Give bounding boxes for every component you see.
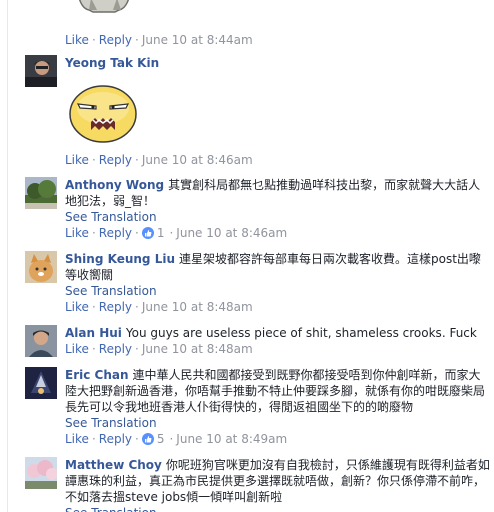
separator: ·	[135, 33, 139, 47]
separator: ·	[135, 226, 139, 240]
comment-time[interactable]: June 10 at 8:46am	[142, 153, 253, 167]
avatar[interactable]	[25, 325, 57, 357]
comment-author[interactable]: Shing Keung Liu	[65, 252, 175, 266]
reply-link[interactable]: Reply	[99, 342, 132, 356]
separator: ·	[135, 153, 139, 167]
comment-author[interactable]: Eric Chan	[65, 368, 129, 382]
separator: ·	[91, 153, 96, 167]
thread-rule	[7, 0, 8, 512]
comment-actions: Like · Reply · June 10 at 8:48am	[65, 299, 490, 315]
like-count[interactable]: 1	[157, 226, 165, 240]
reply-link[interactable]: Reply	[99, 300, 132, 314]
reply-link[interactable]: Reply	[99, 153, 132, 167]
separator: ·	[135, 432, 139, 446]
separator: ·	[135, 300, 139, 314]
avatar[interactable]	[25, 251, 57, 283]
separator: ·	[91, 432, 96, 446]
grumpy-face-sticker	[69, 85, 137, 143]
comment-author[interactable]: Anthony Wong	[65, 178, 164, 192]
like-link[interactable]: Like	[65, 226, 89, 240]
like-reaction-icon[interactable]	[141, 227, 154, 239]
comment-author[interactable]: Alan Hui	[65, 326, 122, 340]
comment-time[interactable]: June 10 at 8:44am	[142, 33, 253, 47]
like-link[interactable]: Like	[65, 33, 89, 47]
comment-actions: Like · Reply · June 10 at 8:48am	[65, 341, 490, 357]
see-translation-link[interactable]: See Translation	[65, 209, 490, 225]
comment-time[interactable]: June 10 at 8:49am	[176, 432, 287, 446]
separator: ·	[169, 226, 174, 240]
like-link[interactable]: Like	[65, 432, 89, 446]
reply-link[interactable]: Reply	[99, 33, 132, 47]
avatar[interactable]	[25, 367, 57, 399]
comment-text: You guys are useless piece of shit, sham…	[125, 326, 477, 340]
like-link[interactable]: Like	[65, 300, 89, 314]
avatar[interactable]	[25, 457, 57, 489]
comment-actions: Like · Reply · June 10 at 8:44am	[65, 32, 490, 48]
comment-time[interactable]: June 10 at 8:48am	[142, 342, 253, 356]
avatar[interactable]	[25, 55, 57, 87]
comment-actions: Like · Reply · June 10 at 8:46am	[65, 152, 490, 168]
comment-actions: Like · Reply · 1 · June 10 at 8:46am	[65, 225, 490, 241]
comment-author[interactable]: Matthew Choy	[65, 458, 162, 472]
see-translation-link[interactable]: See Translation	[65, 415, 490, 431]
comment-actions: Like · Reply · 5 · June 10 at 8:49am	[65, 431, 490, 447]
comment-time[interactable]: June 10 at 8:46am	[176, 226, 287, 240]
separator: ·	[169, 432, 174, 446]
separator: ·	[91, 342, 96, 356]
like-link[interactable]: Like	[65, 153, 89, 167]
reply-link[interactable]: Reply	[99, 226, 132, 240]
avatar[interactable]	[25, 177, 57, 209]
like-count[interactable]: 5	[157, 432, 165, 446]
sticker-partial	[78, 0, 130, 13]
like-link[interactable]: Like	[65, 342, 89, 356]
comment-author[interactable]: Yeong Tak Kin	[65, 56, 159, 70]
reply-link[interactable]: Reply	[99, 432, 132, 446]
comment-time[interactable]: June 10 at 8:48am	[142, 300, 253, 314]
separator: ·	[91, 33, 96, 47]
separator: ·	[91, 300, 96, 314]
like-reaction-icon[interactable]	[141, 433, 154, 445]
separator: ·	[135, 342, 139, 356]
see-translation-link[interactable]: See Translation	[65, 505, 490, 512]
see-translation-link[interactable]: See Translation	[65, 283, 490, 299]
separator: ·	[91, 226, 96, 240]
